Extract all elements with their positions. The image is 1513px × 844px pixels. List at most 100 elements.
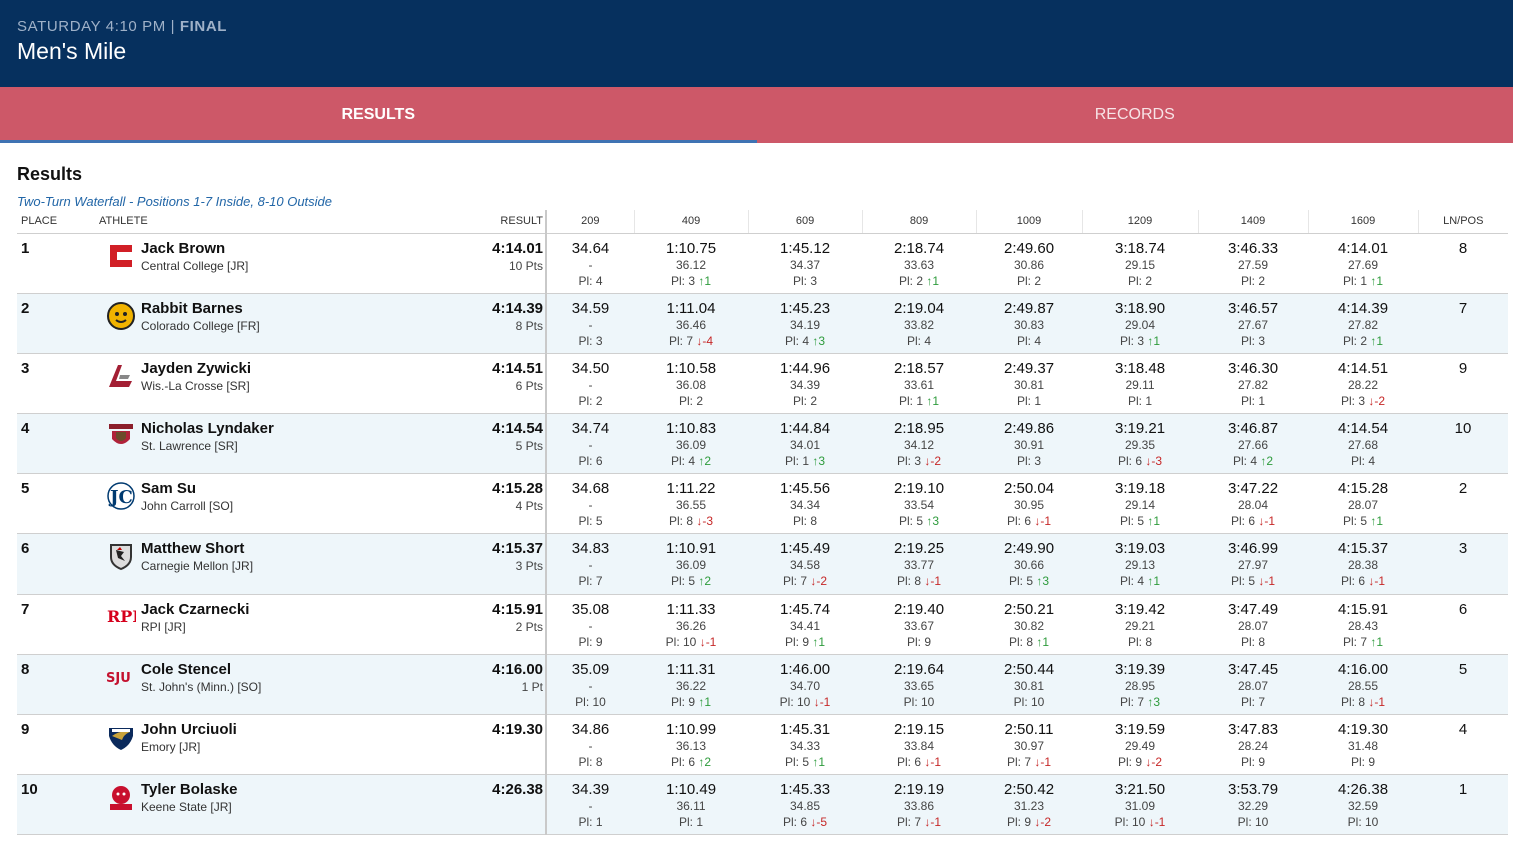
position-up-indicator: ↑1 — [1370, 333, 1384, 348]
split-place-text: Pl: 7 — [1342, 634, 1367, 649]
position-down-indicator: ↓-2 — [924, 454, 942, 469]
athlete-name[interactable]: Nicholas Lyndaker — [141, 420, 291, 437]
split-place: Pl: 9 ↓-2 — [1082, 755, 1198, 769]
table-row[interactable]: 3 Jayden Zywicki Wis.-La Crosse [SR] 4:14.5… — [17, 353, 1509, 415]
split-cumulative: 3:19.03 — [1114, 540, 1166, 558]
split-place: Pl: 2 ↑1 — [1308, 334, 1418, 348]
lane-position: 8 — [1418, 233, 1509, 294]
table-row[interactable]: 7RPIJack CzarneckiRPI [JR]4:15.912 Pts35… — [17, 594, 1509, 655]
svg-text:SJU: SJU — [106, 671, 131, 686]
split-place-text: Pl: 10 — [779, 694, 811, 709]
athlete-school: RPI [JR] — [141, 619, 186, 634]
sju-logo: SJU — [105, 661, 137, 693]
split-lap: 30.86 — [1014, 257, 1045, 272]
split-cumulative: 34.59 — [571, 299, 610, 317]
split-place-text: Pl: 1 — [1342, 273, 1367, 288]
result-cell: 4:19.30 — [291, 714, 548, 776]
split-lap: 36.11 — [676, 799, 706, 814]
split-place: Pl: 9 ↓-2 — [976, 815, 1082, 829]
split-place: Pl: 1 ↑3 — [748, 454, 862, 468]
athlete-cell: Nicholas Lyndaker St. Lawrence [SR] — [141, 413, 292, 475]
split-cumulative: 34.68 — [571, 480, 610, 498]
split-cumulative: 2:19.15 — [893, 721, 945, 738]
split-cell: 3:47.22 28.04 Pl: 6 ↓-1 — [1198, 473, 1309, 535]
split-cumulative: 2:19.64 — [893, 660, 945, 678]
split-cumulative: 4:14.39 — [1337, 299, 1389, 317]
athlete-name[interactable]: Rabbit Barnes — [141, 300, 291, 317]
event-header: SATURDAY 4:10 PM | FINAL Men's Mile — [0, 0, 1513, 87]
split-cumulative: 4:15.91 — [1337, 600, 1389, 618]
row-place: 5 — [17, 473, 99, 535]
split-place-text: Pl: 9 — [784, 634, 809, 649]
split-cell: 1:10.49 36.11 Pl: 1 — [634, 774, 749, 836]
split-place-text: Pl: 9 — [1241, 755, 1266, 769]
split-place: Pl: 5 ↑1 — [1082, 514, 1198, 528]
split-lap: 27.82 — [1238, 377, 1269, 392]
athlete-name[interactable]: Jayden Zywicki — [141, 360, 291, 377]
split-place-text: Pl: 10 — [1114, 815, 1146, 830]
split-cumulative: 3:53.79 — [1227, 781, 1279, 799]
split-place: Pl: 8 ↑1 — [976, 635, 1082, 649]
split-lap: 36.46 — [676, 317, 707, 332]
split-cell: 2:19.04 33.82 Pl: 4 — [862, 293, 977, 354]
athlete-school: Wis.-La Crosse [SR] — [141, 378, 250, 393]
split-cumulative: 4:16.00 — [1337, 660, 1389, 678]
athlete-school: St. John's (Minn.) [SO] — [141, 679, 262, 694]
split-cumulative: 1:45.33 — [779, 781, 831, 799]
split-cell: 2:18.74 33.63 Pl: 2 ↑1 — [862, 233, 977, 294]
split-cell: 35.08- Pl: 9 — [546, 594, 635, 655]
position-up-indicator: ↑1 — [698, 273, 712, 288]
split-cumulative: 3:46.99 — [1227, 540, 1279, 558]
split-place-text: Pl: 3 — [578, 333, 603, 348]
athlete-cell: Jack Brown Central College [JR] — [141, 233, 292, 294]
athlete-name[interactable]: Jack Czarnecki — [141, 601, 291, 618]
result-time: 4:15.91 — [492, 600, 544, 618]
row-place: 4 — [17, 413, 99, 475]
athlete-name[interactable]: Jack Brown — [141, 240, 291, 257]
table-row[interactable]: 2 Rabbit Barnes Colorado College [FR] 4:14.… — [17, 293, 1509, 354]
split-lap: 33.54 — [904, 498, 935, 513]
table-row[interactable]: 9 John Urciuoli Emory [JR] 4:19.30 34.86- Pl:… — [17, 714, 1509, 776]
table-row[interactable]: 10 Tyler Bolaske Keene State [JR] 4:26.38 34… — [17, 774, 1509, 836]
table-row[interactable]: 8 SJU Cole Stencel St. John's (Minn.) [SO] 4… — [17, 654, 1509, 716]
lane-position: 2 — [1418, 473, 1509, 535]
split-cumulative: 1:45.23 — [779, 299, 831, 317]
athlete-name[interactable]: Matthew Short — [141, 540, 291, 557]
table-row[interactable]: 6 Matthew Short Carnegie Mellon [JR] 4:15.3… — [17, 533, 1509, 595]
team-logo-cell — [99, 533, 141, 595]
split-lap: 27.68 — [1348, 438, 1379, 453]
split-place: Pl: 1 ↑1 — [862, 394, 976, 408]
athlete-name[interactable]: Sam Su — [141, 480, 291, 497]
split-cell: 4:15.91 28.43 Pl: 7 ↑1 — [1308, 594, 1419, 655]
result-time: 4:14.01 — [492, 239, 544, 257]
split-cumulative: 3:19.18 — [1114, 480, 1166, 498]
split-cell: 4:19.30 31.48 Pl: 9 — [1308, 714, 1419, 776]
split-place: Pl: 5 ↑2 — [634, 574, 748, 588]
table-row[interactable]: 5 JC Sam Su John Carroll [SO] 4:15.28 4 Pts 34… — [17, 473, 1509, 535]
split-lap: 36.55 — [676, 498, 707, 513]
table-row[interactable]: 1 Jack Brown Central College [JR] 4:14.01 10… — [17, 233, 1509, 294]
athlete-name[interactable]: John Urciuoli — [141, 721, 291, 738]
result-time: 4:16.00 — [492, 660, 544, 678]
athlete-name[interactable]: Tyler Bolaske — [141, 781, 291, 798]
athlete-cell: Matthew Short Carnegie Mellon [JR] — [141, 533, 292, 595]
split-cell: 34.74- Pl: 6 — [546, 413, 635, 475]
split-place-text: Pl: 4 — [1017, 333, 1042, 348]
tab-records[interactable]: RECORDS — [757, 87, 1513, 143]
split-cell: 1:10.75 36.12 Pl: 3 ↑1 — [634, 233, 749, 294]
tab-results[interactable]: RESULTS — [0, 87, 757, 143]
split-place: Pl: 7 ↓-2 — [748, 574, 862, 588]
split-cell: 2:19.40 33.67 Pl: 9 — [862, 594, 977, 655]
team-logo-cell — [99, 774, 141, 836]
split-cell: 3:19.59 29.49 Pl: 9 ↓-2 — [1082, 714, 1199, 776]
split-place-text: Pl: 10 — [1013, 694, 1045, 709]
split-lap: 29.11 — [1125, 377, 1155, 392]
split-place: Pl: 10 — [976, 695, 1082, 709]
table-row[interactable]: 4 Nicholas Lyndaker St. Lawrence [SR] 4:14.… — [17, 413, 1509, 475]
athlete-name[interactable]: Cole Stencel — [141, 661, 291, 678]
split-place-text: Pl: 8 — [1128, 634, 1153, 649]
st-lawrence-logo — [105, 420, 137, 452]
split-cell: 1:44.96 34.39 Pl: 2 — [748, 353, 863, 415]
position-down-indicator: ↓-4 — [696, 333, 714, 348]
position-down-indicator: ↓-1 — [1148, 815, 1166, 830]
